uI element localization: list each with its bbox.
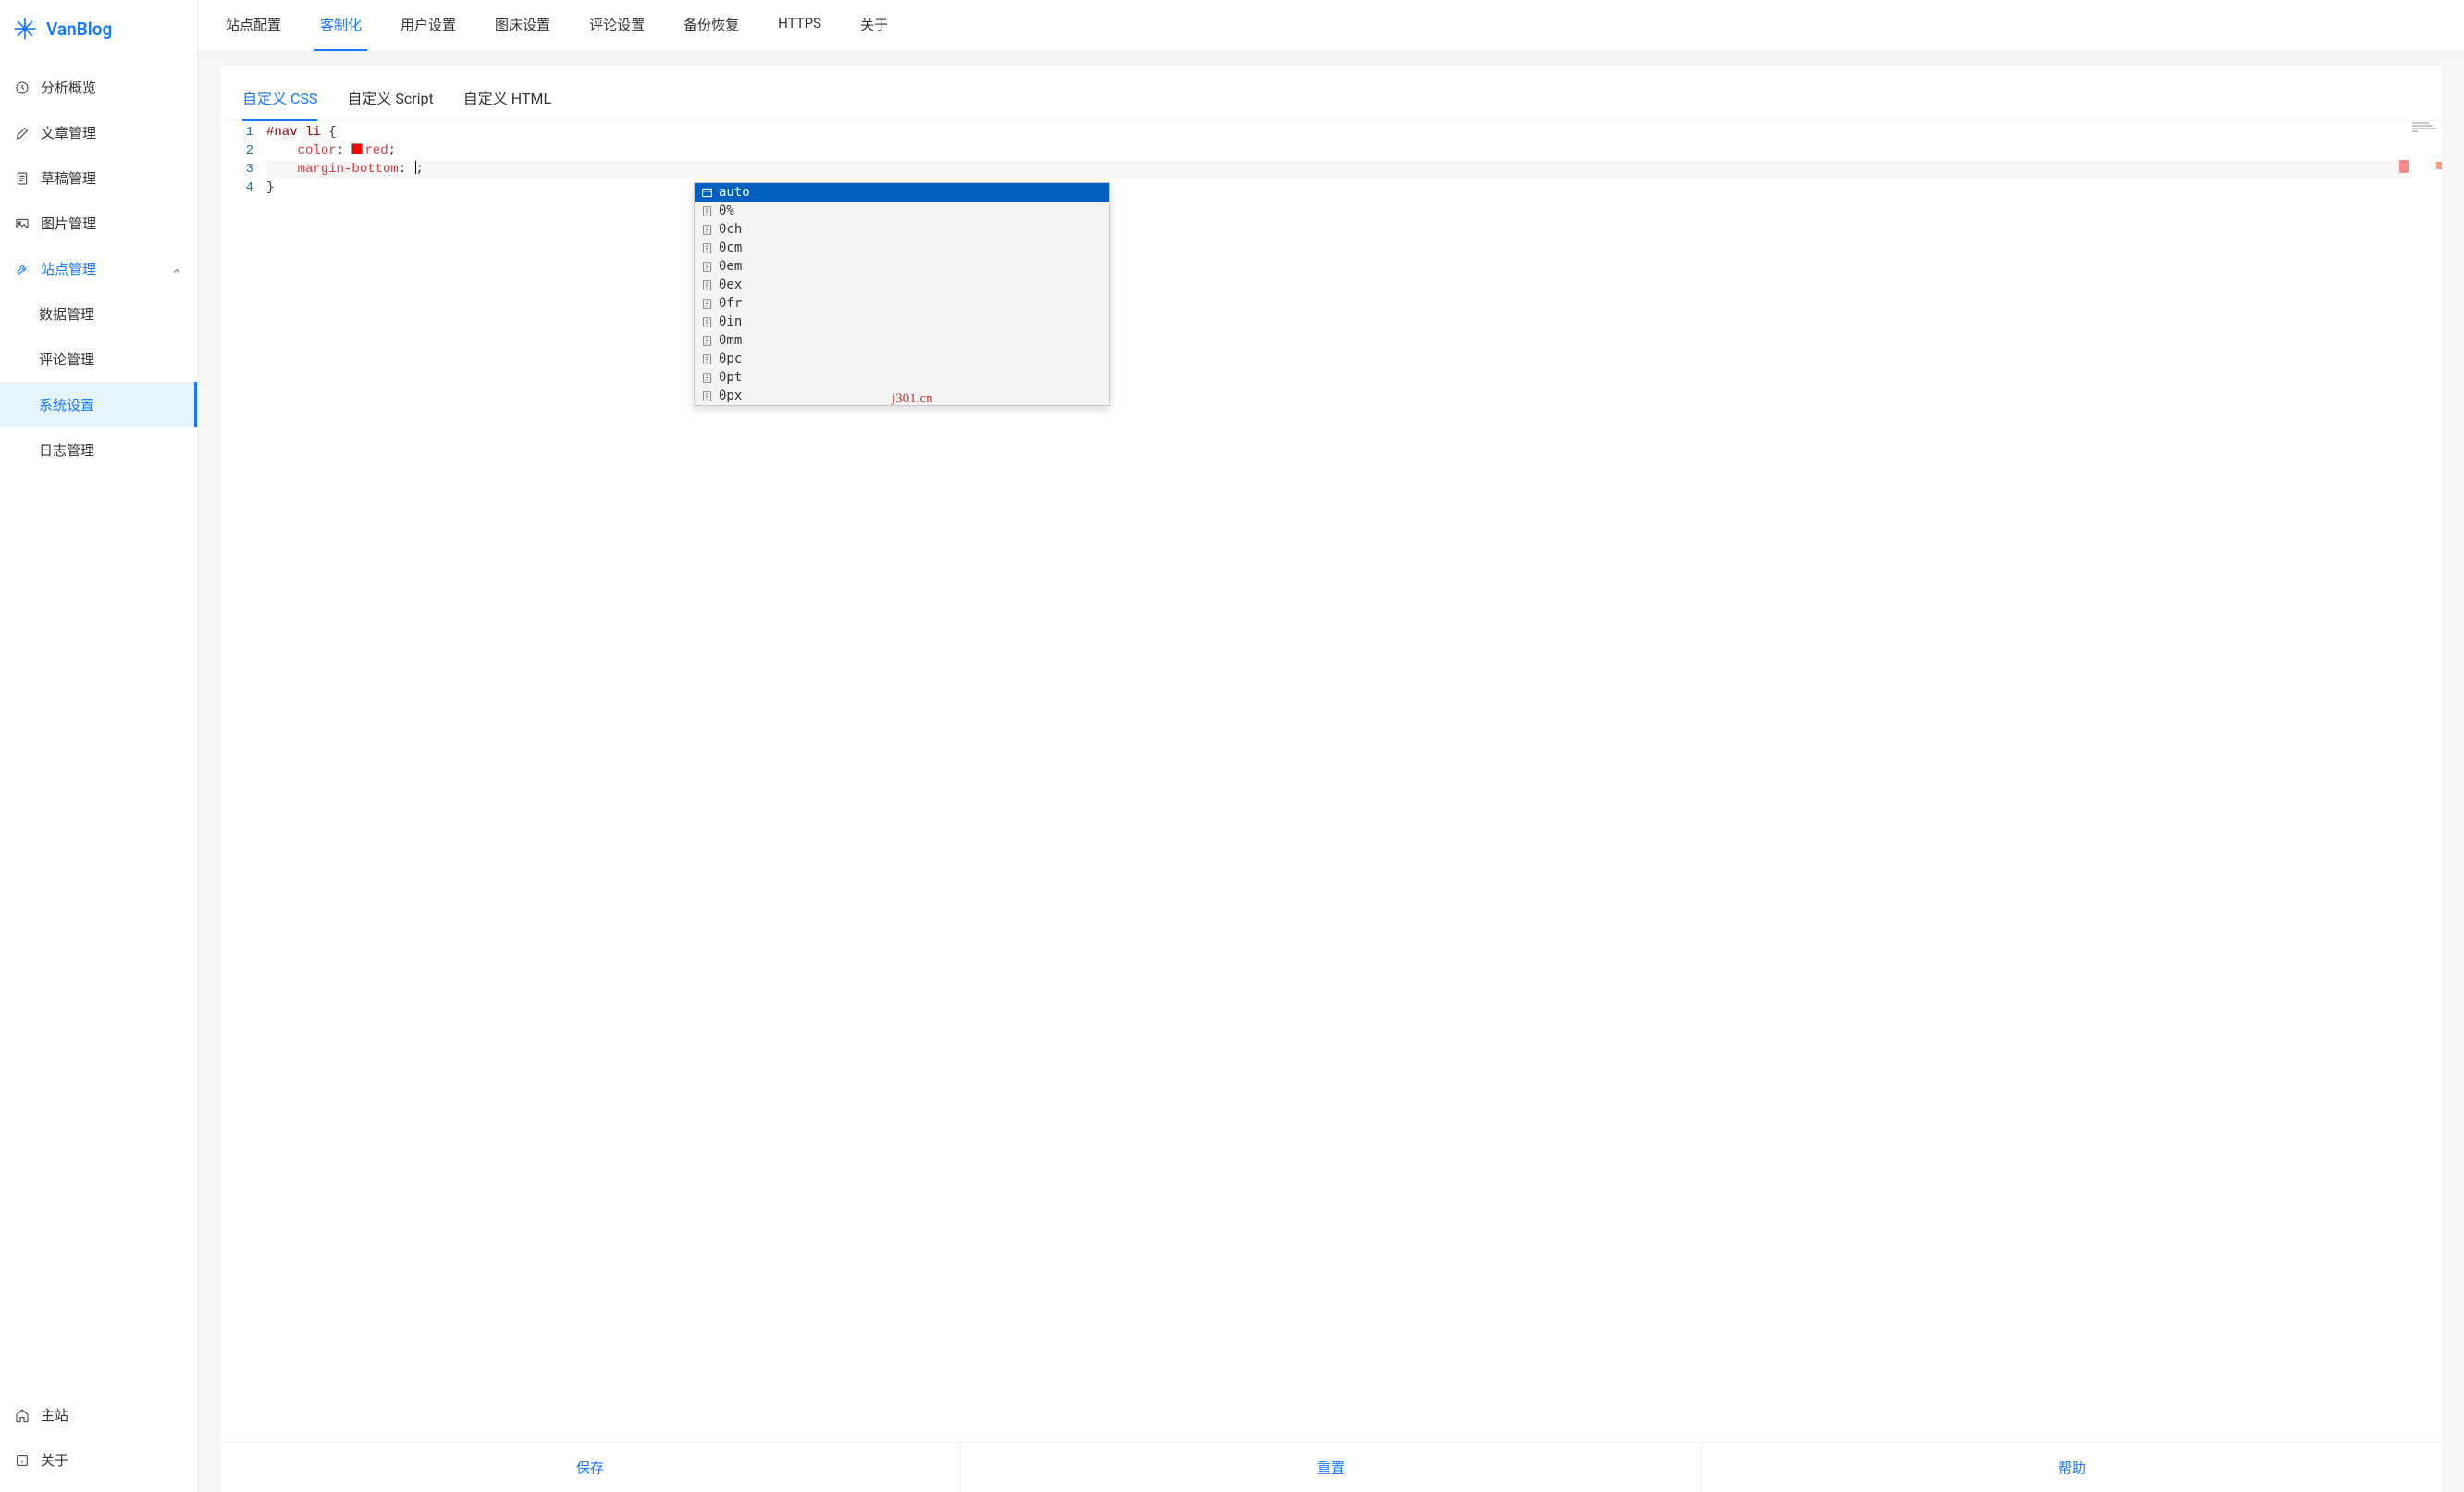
value-icon [700, 389, 713, 402]
sidebar-item-label: 文章管理 [41, 123, 96, 142]
value-icon [700, 260, 713, 273]
sidebar-item-label: 图片管理 [41, 214, 96, 233]
home-icon [15, 1408, 30, 1423]
sidebar-bottom: 主站 关于 [0, 1392, 197, 1492]
keyword-icon [700, 186, 713, 199]
tab-https[interactable]: HTTPS [772, 0, 827, 51]
file-icon [15, 171, 30, 186]
value-icon [700, 241, 713, 254]
sidebar-group-label: 站点管理 [41, 259, 96, 278]
chevron-up-icon [171, 264, 182, 275]
editor-gutter: 1 2 3 4 [220, 121, 266, 1435]
autocomplete-item[interactable]: 0em [695, 257, 1109, 276]
css-property: color [298, 143, 337, 158]
help-button[interactable]: 帮助 [1702, 1443, 2442, 1492]
tab-site-config[interactable]: 站点配置 [220, 0, 287, 51]
sidebar-item-data[interactable]: 数据管理 [0, 291, 197, 337]
value-icon [700, 352, 713, 365]
subtab-custom-css[interactable]: 自定义 CSS [242, 80, 317, 121]
autocomplete-item[interactable]: 0cm [695, 239, 1109, 257]
tab-comment-settings[interactable]: 评论设置 [584, 0, 650, 51]
tab-customize[interactable]: 客制化 [314, 0, 367, 51]
editor-content[interactable]: #nav li { color: red; margin-bottom: ; }… [266, 121, 2442, 1435]
value-icon [700, 315, 713, 328]
save-button[interactable]: 保存 [220, 1443, 961, 1492]
editor-minimap[interactable] [2410, 121, 2442, 1435]
value-icon [700, 278, 713, 291]
autocomplete-item[interactable]: 0ch [695, 220, 1109, 239]
sidebar-nav: 分析概览 文章管理 草稿管理 图片管理 站点管理 [0, 57, 197, 1392]
value-icon [700, 371, 713, 384]
sidebar-item-label: 评论管理 [39, 350, 94, 369]
sidebar-item-label: 分析概览 [41, 78, 96, 97]
info-icon [15, 1453, 30, 1468]
sidebar-item-articles[interactable]: 文章管理 [0, 110, 197, 155]
sidebar-item-about[interactable]: 关于 [0, 1437, 197, 1483]
sidebar-group-site[interactable]: 站点管理 [0, 246, 197, 291]
sidebar-item-label: 日志管理 [39, 440, 94, 460]
reset-button[interactable]: 重置 [961, 1443, 1702, 1492]
sidebar-item-label: 数据管理 [39, 304, 94, 324]
color-swatch-icon [351, 143, 363, 154]
autocomplete-item[interactable]: 0ex [695, 276, 1109, 294]
sidebar-item-analytics[interactable]: 分析概览 [0, 65, 197, 110]
line-number: 1 [220, 123, 253, 142]
sidebar-item-images[interactable]: 图片管理 [0, 201, 197, 246]
editor-error-indicator [2399, 160, 2409, 173]
autocomplete-item[interactable]: 0in [695, 313, 1109, 331]
brand-logo[interactable]: VanBlog [0, 0, 197, 57]
autocomplete-item[interactable]: 0px [695, 387, 1109, 405]
sidebar-item-system-settings[interactable]: 系统设置 [0, 382, 197, 427]
css-property: margin-bottom [298, 162, 399, 177]
content-card: 自定义 CSS 自定义 Script 自定义 HTML 1 2 3 4 #nav… [220, 66, 2442, 1492]
css-selector: #nav li [266, 125, 328, 140]
main-content: 站点配置 客制化 用户设置 图床设置 评论设置 备份恢复 HTTPS 关于 自定… [198, 0, 2464, 1492]
sidebar-item-label: 草稿管理 [41, 168, 96, 188]
autocomplete-item[interactable]: 0pt [695, 368, 1109, 387]
brand-name: VanBlog [46, 18, 112, 40]
code-editor[interactable]: 1 2 3 4 #nav li { color: red; margin-bot… [220, 121, 2442, 1435]
css-brace: { [328, 125, 336, 140]
sidebar: VanBlog 分析概览 文章管理 草稿管理 图片管理 [0, 0, 198, 1492]
tab-user-settings[interactable]: 用户设置 [395, 0, 462, 51]
minimap-error-marker [2436, 162, 2442, 169]
value-icon [700, 334, 713, 347]
line-number: 4 [220, 179, 253, 197]
sidebar-item-label: 主站 [41, 1405, 68, 1424]
subtab-custom-script[interactable]: 自定义 Script [347, 80, 433, 121]
tab-about[interactable]: 关于 [855, 0, 893, 51]
tab-backup[interactable]: 备份恢复 [678, 0, 745, 51]
tab-image-bed[interactable]: 图床设置 [489, 0, 556, 51]
line-number: 3 [220, 160, 253, 179]
autocomplete-item[interactable]: 0mm [695, 331, 1109, 350]
value-icon [700, 223, 713, 236]
subtab-custom-html[interactable]: 自定义 HTML [463, 80, 551, 121]
autocomplete-item[interactable]: 0% [695, 202, 1109, 220]
clock-icon [15, 80, 30, 95]
line-number: 2 [220, 142, 253, 160]
css-brace: } [266, 180, 274, 195]
action-bar: 保存 重置 帮助 [220, 1442, 2442, 1492]
sidebar-item-mainsite[interactable]: 主站 [0, 1392, 197, 1437]
autocomplete-item[interactable]: 0fr [695, 294, 1109, 313]
sidebar-item-label: 系统设置 [39, 395, 94, 414]
sidebar-item-comments[interactable]: 评论管理 [0, 337, 197, 382]
autocomplete-item[interactable]: 0pc [695, 350, 1109, 368]
sidebar-item-label: 关于 [41, 1450, 68, 1470]
autocomplete-item[interactable]: auto [695, 183, 1109, 202]
wrench-icon [15, 262, 30, 277]
autocomplete-popup[interactable]: auto 0% 0ch 0cm 0em 0ex 0fr 0in 0mm 0pc … [694, 182, 1110, 406]
sub-tabs: 自定义 CSS 自定义 Script 自定义 HTML [220, 66, 2442, 121]
value-icon [700, 297, 713, 310]
sidebar-item-drafts[interactable]: 草稿管理 [0, 155, 197, 201]
image-icon [15, 216, 30, 231]
top-tabs: 站点配置 客制化 用户设置 图床设置 评论设置 备份恢复 HTTPS 关于 [198, 0, 2464, 51]
edit-icon [15, 126, 30, 141]
value-icon [700, 204, 713, 217]
css-value: red [364, 143, 388, 158]
sidebar-item-logs[interactable]: 日志管理 [0, 427, 197, 473]
logo-icon [13, 17, 37, 41]
